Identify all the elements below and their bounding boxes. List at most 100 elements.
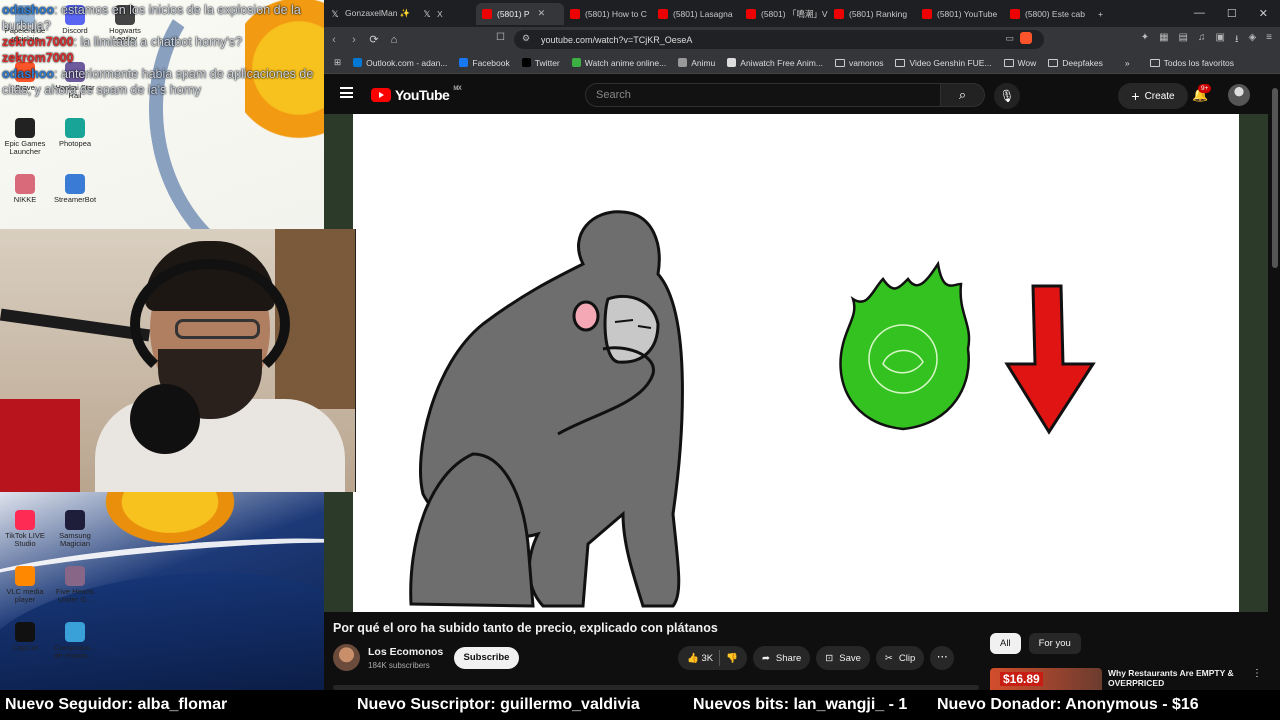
apps-grid-icon[interactable]: ⊞	[334, 57, 341, 68]
clip-button[interactable]: ✂ Clip	[875, 646, 925, 670]
share-label: Share	[775, 652, 802, 664]
video-frame[interactable]	[353, 114, 1239, 612]
sidebar-icon[interactable]: ▤	[1179, 32, 1188, 49]
youtube-logo-text: YouTube	[395, 87, 450, 103]
recommendation-chips: All For you	[990, 633, 1081, 654]
bookmark-item[interactable]: Wow	[1003, 58, 1036, 68]
bookmark-item[interactable]: Animu	[678, 58, 715, 68]
address-bar-row: ‹ › ⟳ ⌂ ☐ ⚙ youtube.com/watch?v=TCjKR_Oe…	[324, 27, 1280, 52]
chat-message: odashoo: estamos en los inicios de la ex…	[2, 3, 301, 33]
music-icon[interactable]: ♫	[1198, 32, 1206, 49]
search-input[interactable]: Search	[585, 83, 941, 107]
page-scrollbar-thumb[interactable]	[1272, 88, 1278, 268]
youtube-favicon-icon	[746, 8, 756, 19]
browser-tab[interactable]: (5801) P ✕	[476, 2, 564, 25]
extensions-icon[interactable]: ✦	[1141, 32, 1149, 49]
new-tab-button[interactable]: +	[1092, 3, 1109, 25]
video-player[interactable]	[324, 114, 1268, 612]
desktop-icon[interactable]: CapCut	[0, 622, 50, 652]
minimize-icon[interactable]: —	[1194, 7, 1205, 20]
bookmark-item[interactable]: vamonos	[834, 58, 883, 68]
menu-hamburger-icon[interactable]	[340, 87, 353, 98]
more-actions-button[interactable]: ⋯	[930, 646, 955, 670]
tab-close-icon[interactable]: ✕	[538, 8, 546, 19]
bookmark-item[interactable]: Deepfakes	[1048, 58, 1103, 68]
bookmark-item[interactable]: Watch anime online...	[571, 58, 666, 68]
create-button[interactable]: + Create	[1118, 83, 1188, 109]
recommended-title[interactable]: Why Restaurants Are EMPTY & OVERPRICED	[1108, 668, 1258, 688]
chip-all[interactable]: All	[990, 633, 1021, 654]
chat-message: zekrom7000: la limitada a chatbot horny'…	[2, 35, 243, 49]
browser-tab[interactable]: (5801) 「鳴潮」V	[740, 3, 828, 25]
download-icon[interactable]: ⭳	[1235, 32, 1239, 49]
bookmark-item[interactable]: Twitter	[521, 58, 560, 68]
folder-icon	[834, 58, 845, 67]
like-divider	[719, 650, 721, 666]
desktop-icon[interactable]: StreamerBot	[50, 174, 100, 204]
desktop-icon[interactable]: Epic Games Launcher	[0, 118, 50, 156]
search-button[interactable]: ⌕	[941, 83, 985, 107]
youtube-logo[interactable]: YouTube MX	[371, 86, 462, 103]
red-down-arrow-illustration	[1004, 284, 1096, 435]
maximize-icon[interactable]: ☐	[1227, 7, 1237, 20]
site-info-icon[interactable]: ⚙	[522, 33, 530, 44]
ticker-new-follower: Nuevo Seguidor: alba_flomar	[5, 696, 228, 713]
stream-chat-overlay: odashoo: estamos en los inicios de la ex…	[2, 2, 320, 98]
subscribe-button[interactable]: Subscribe	[454, 647, 519, 669]
cast-icon[interactable]: ▭	[1005, 33, 1014, 44]
bookmark-item[interactable]: Aniwatch Free Anim...	[727, 58, 823, 68]
recommended-video[interactable]: $16.89 Why Restaurants Are EMPTY & OVERP…	[990, 666, 1270, 690]
mic-icon: 🎙	[999, 89, 1015, 103]
share-button[interactable]: ➦ Share	[752, 646, 811, 670]
youtube-favicon-icon	[834, 8, 844, 19]
bookmark-item[interactable]: Video Genshin FUE...	[895, 58, 992, 68]
like-button[interactable]: 👍 3K	[687, 653, 713, 664]
wallet-icon[interactable]: ▣	[1216, 32, 1225, 49]
desktop-icon[interactable]: Five Hearts Under O...	[50, 566, 100, 604]
brave-shield-icon[interactable]	[1020, 32, 1032, 44]
desktop-icon[interactable]: VLC media player	[0, 566, 50, 604]
vpn-icon[interactable]: ◈	[1248, 32, 1256, 49]
browser-tab[interactable]: (5800) Este cab	[1004, 3, 1092, 25]
puzzle-icon[interactable]: ▦	[1159, 32, 1168, 49]
bookmark-icon[interactable]: ☐	[496, 32, 505, 43]
browser-tab[interactable]: (5801) How to C	[564, 3, 652, 25]
close-window-icon[interactable]: ✕	[1259, 7, 1268, 20]
forward-icon[interactable]: ›	[344, 34, 364, 46]
voice-search-button[interactable]: 🎙	[994, 83, 1020, 109]
desktop-icon[interactable]: Samsung Magician	[50, 510, 100, 548]
bookmark-item[interactable]: Outlook.com - adan...	[353, 58, 447, 68]
account-avatar[interactable]	[1228, 84, 1250, 106]
desktop-icon[interactable]: TikTok LIVE Studio	[0, 510, 50, 548]
browser-tab[interactable]: 𝕏 GonzaxelMan ✨	[324, 3, 416, 25]
app-icon	[65, 622, 85, 642]
home-icon[interactable]: ⌂	[384, 34, 404, 46]
desktop-icon[interactable]: NIKKE	[0, 174, 50, 204]
browser-tab[interactable]: 𝕏X	[416, 3, 476, 25]
back-icon[interactable]: ‹	[324, 34, 344, 46]
bookmarks-bar: ⊞ Outlook.com - adan... Facebook Twitter Wat…	[324, 52, 1280, 74]
video-illustration	[409, 210, 1096, 608]
globe-favicon-icon	[678, 58, 688, 67]
browser-tab[interactable]: (5801) Lasagna	[652, 3, 740, 25]
chip-for-you[interactable]: For you	[1028, 633, 1081, 654]
dislike-button[interactable]: 👎	[726, 653, 738, 664]
desktop-icon[interactable]: Comproba... de estado ...	[50, 622, 100, 660]
app-icon	[65, 174, 85, 194]
desktop-icon[interactable]: Photopea	[50, 118, 100, 148]
browser-tab[interactable]: (5801) Ranking	[828, 3, 916, 25]
bookmarks-overflow-icon[interactable]: »	[1125, 58, 1130, 68]
channel-name[interactable]: Los Ecomonos	[368, 646, 443, 658]
menu-icon[interactable]: ≡	[1266, 32, 1272, 49]
webcam-red-chair	[0, 399, 80, 492]
save-button[interactable]: ⊡ Save	[816, 646, 870, 670]
app-icon	[65, 118, 85, 138]
reload-icon[interactable]: ⟳	[364, 33, 384, 46]
recommended-more-icon[interactable]: ⋮	[1252, 668, 1262, 679]
bookmark-item[interactable]: Facebook	[459, 58, 510, 68]
share-icon: ➦	[761, 652, 770, 664]
channel-avatar[interactable]	[333, 644, 360, 671]
all-bookmarks-folder[interactable]: Todos los favoritos	[1149, 58, 1234, 68]
browser-tab[interactable]: (5801) YouTube	[916, 3, 1004, 25]
url-field[interactable]: ⚙ youtube.com/watch?v=TCjKR_OeseA ▭	[514, 30, 1044, 49]
